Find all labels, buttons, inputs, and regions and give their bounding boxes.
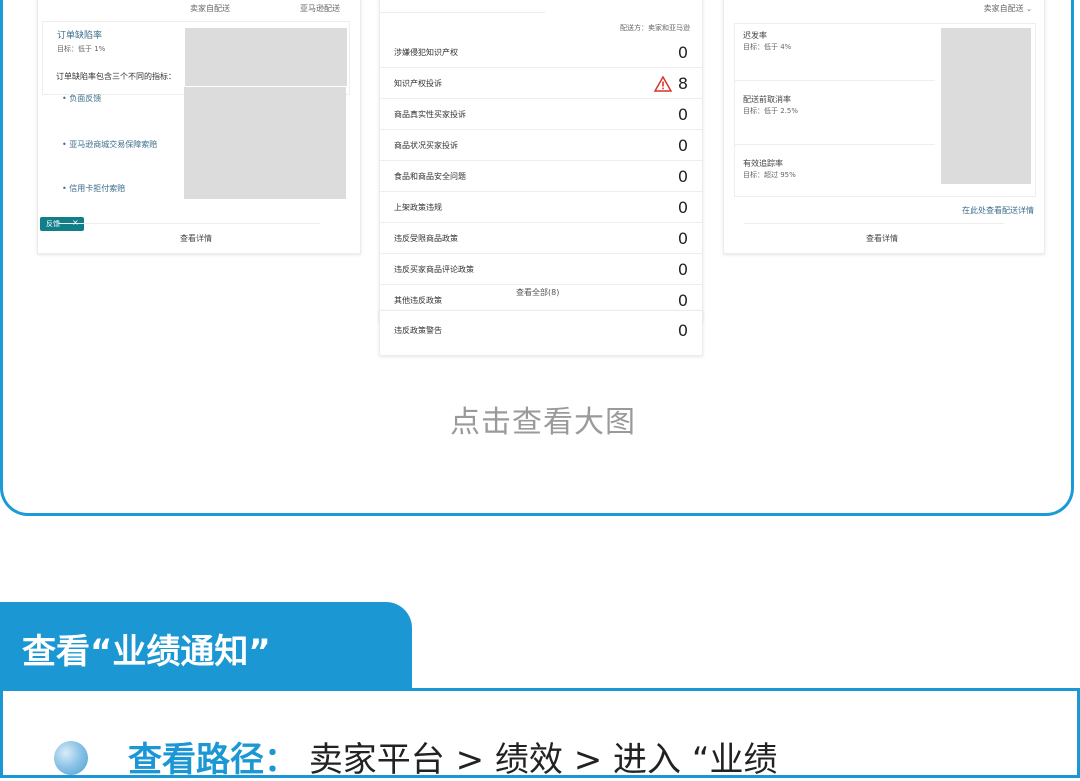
policy-row-label: 商品真实性买家投诉: [394, 110, 466, 119]
policy-row-label: 知识产权投诉: [394, 79, 442, 88]
policy-row-value: 0: [677, 167, 688, 186]
policy-row[interactable]: 商品真实性买家投诉 0: [380, 99, 702, 130]
view-path: 查看路径： 卖家平台 > 绩效 > 进入 “业绩: [128, 732, 777, 781]
policy-row-label: 其他违反政策: [394, 296, 442, 305]
fulfillment-dropdown-value: 卖家自配送: [983, 4, 1024, 13]
breakdown-item-chargeback[interactable]: • 信用卡拒付索赔: [62, 183, 125, 194]
shipping-chart-placeholder: [941, 28, 1031, 184]
shipping-metric-target: 目标：超过 95%: [743, 171, 796, 179]
view-larger-caption[interactable]: 点击查看大图: [3, 397, 1080, 441]
breakdown-item-negative-feedback[interactable]: • 负面反馈: [62, 93, 101, 104]
policy-row-label: 违反受限商品政策: [394, 234, 458, 243]
chevron-down-icon: ⌄: [1026, 5, 1032, 13]
policy-warnings-card[interactable]: 违反政策警告 0: [379, 310, 703, 356]
left-view-details-link[interactable]: 查看详情: [180, 233, 212, 244]
delivery-details-link[interactable]: 在此处查看配送详情: [962, 205, 1034, 216]
screenshot-frame: 卖家自配送 亚马逊配送 订单缺陷率 目标：低于 1% 订单缺陷率包含三个不同的指…: [0, 0, 1074, 516]
section-header: 查看“业绩通知”: [0, 602, 412, 690]
shipping-metric-title: 迟发率: [743, 31, 767, 40]
order-defect-card: 卖家自配送 亚马逊配送 订单缺陷率 目标：低于 1% 订单缺陷率包含三个不同的指…: [37, 0, 361, 254]
policy-row-label: 涉嫌侵犯知识产权: [394, 48, 458, 57]
right-view-details-link[interactable]: 查看详情: [866, 233, 898, 244]
defect-rate-chart-placeholder: [185, 28, 347, 86]
policy-row[interactable]: 违反受限商品政策 0: [380, 223, 702, 254]
policy-row[interactable]: 食品和商品安全问题 0: [380, 161, 702, 192]
shipping-metric[interactable]: 有效追踪率 目标：超过 95%: [735, 152, 935, 196]
feedback-badge-label: 反馈: [46, 220, 60, 228]
defect-rate-target: 目标：低于 1%: [57, 45, 106, 53]
policy-warnings-label: 违反政策警告: [394, 326, 442, 335]
policy-row-value: 0: [677, 198, 688, 217]
shipping-performance-card: 卖家自配送 ⌄ 迟发率 目标：低于 4% 配送前取消率 目标：低于 2.5% 有…: [723, 0, 1045, 254]
policy-row-value: 0: [677, 291, 688, 310]
view-all-link[interactable]: 查看全部(8): [516, 287, 559, 298]
breakdown-item-a-to-z[interactable]: • 亚马逊商城交易保障索赔: [62, 139, 157, 150]
policy-row[interactable]: 知识产权投诉 8: [380, 68, 702, 99]
policy-row-value: 0: [677, 260, 688, 279]
view-path-text: 卖家平台 > 绩效 > 进入 “业绩: [308, 740, 778, 780]
tab-merchant-fulfilled[interactable]: 卖家自配送: [190, 3, 230, 14]
warning-icon: [654, 76, 672, 92]
policy-row[interactable]: 违反买家商品评论政策 0: [380, 254, 702, 285]
policy-row-value: 0: [677, 43, 688, 62]
policy-row[interactable]: 上架政策违规 0: [380, 192, 702, 223]
policy-compliance-card: 配送方：卖家和亚马逊 涉嫌侵犯知识产权 0 知识产权投诉 8 商品真实性买家投诉…: [379, 0, 703, 322]
policy-row-value: 0: [677, 105, 688, 124]
left-card-divider: [58, 223, 320, 224]
policy-row-value: 8: [677, 74, 688, 93]
policy-row-label: 违反买家商品评论政策: [394, 265, 474, 274]
tab-amazon-fulfilled[interactable]: 亚马逊配送: [300, 3, 340, 14]
policy-row-label: 上架政策违规: [394, 203, 442, 212]
section-title: 查看“业绩通知”: [22, 632, 271, 672]
defect-rate-box: 订单缺陷率 目标：低于 1%: [42, 21, 350, 95]
policy-warnings-value: 0: [677, 321, 688, 340]
shipping-metric-title: 有效追踪率: [743, 159, 783, 168]
right-card-divider: [744, 223, 1004, 224]
shipping-metric-title: 配送前取消率: [743, 95, 791, 104]
shipping-metric[interactable]: 配送前取消率 目标：低于 2.5%: [735, 88, 935, 145]
bullet-icon: [54, 741, 88, 775]
view-path-label: 查看路径：: [128, 740, 298, 780]
middle-top-line: [379, 12, 545, 13]
shipping-metric[interactable]: 迟发率 目标：低于 4%: [735, 24, 935, 81]
policy-row-label: 商品状况买家投诉: [394, 141, 458, 150]
breakdown-title: 订单缺陷率包含三个不同的指标：: [56, 72, 176, 81]
seller-central-screenshot: 卖家自配送 亚马逊配送 订单缺陷率 目标：低于 1% 订单缺陷率包含三个不同的指…: [17, 0, 1063, 380]
policy-row-value: 0: [677, 136, 688, 155]
policy-row[interactable]: 涉嫌侵犯知识产权 0: [380, 37, 702, 68]
shipping-metric-target: 目标：低于 4%: [743, 43, 792, 51]
fulfillment-dropdown[interactable]: 卖家自配送 ⌄: [984, 3, 1032, 14]
policy-row[interactable]: 商品状况买家投诉 0: [380, 130, 702, 161]
breakdown-chart-placeholder: [184, 87, 346, 199]
shipping-metrics: 迟发率 目标：低于 4% 配送前取消率 目标：低于 2.5% 有效追踪率 目标：…: [734, 23, 1036, 197]
policy-row-value: 0: [677, 229, 688, 248]
shipping-metric-target: 目标：低于 2.5%: [743, 107, 799, 115]
defect-rate-title: 订单缺陷率: [57, 31, 103, 41]
fulfilled-by-label: 配送方：卖家和亚马逊: [620, 24, 690, 32]
feedback-badge[interactable]: 反馈 ×: [40, 217, 84, 231]
policy-row-label: 食品和商品安全问题: [394, 172, 466, 181]
